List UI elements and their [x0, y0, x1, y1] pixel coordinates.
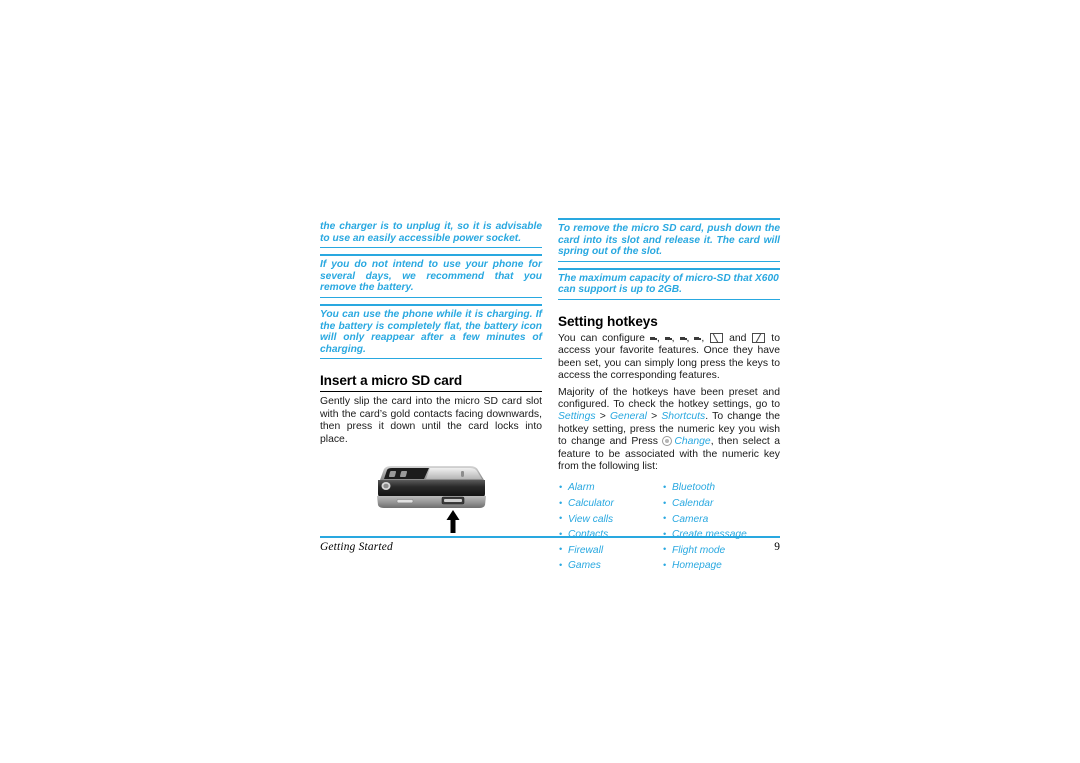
- hotkeys-p2-sep1: >: [595, 411, 610, 423]
- note-remove-sd: To remove the micro SD card, push down t…: [558, 218, 780, 262]
- feature-list-column-1: Alarm Calculator View calls Contacts Fir…: [558, 480, 662, 574]
- up-arrow-icon: [446, 509, 460, 533]
- list-item[interactable]: Camera: [662, 511, 766, 528]
- link-shortcuts[interactable]: Shortcuts: [661, 411, 705, 422]
- list-item[interactable]: Calendar: [662, 496, 766, 512]
- note-max-capacity: The maximum capacity of micro-SD that X6…: [558, 267, 780, 300]
- heading-insert-micro-sd-card: Insert a micro SD card: [320, 373, 542, 393]
- nav-key-down-icon: [694, 335, 702, 342]
- list-item[interactable]: Alarm: [558, 480, 662, 496]
- link-general[interactable]: General: [610, 411, 647, 422]
- heading-setting-hotkeys: Setting hotkeys: [558, 313, 658, 329]
- nav-key-left-icon: [664, 335, 672, 342]
- note-max-capacity-text: The maximum capacity of micro-SD that X6…: [558, 272, 779, 296]
- phone-side-view-sd-slot-icon: [377, 465, 486, 533]
- link-change[interactable]: Change: [674, 436, 710, 447]
- list-item[interactable]: Calculator: [558, 496, 662, 512]
- hotkeys-p2-part1: Majority of the hotkeys have been preset…: [558, 386, 780, 410]
- hotkeys-paragraph-1: You can configure , , , , and to access …: [558, 332, 780, 382]
- nav-key-right-icon: [649, 335, 657, 342]
- center-select-key-icon: [662, 436, 673, 447]
- note-remove-battery-text: If you do not intend to use your phone f…: [320, 259, 542, 294]
- left-column: the charger is to unplug it, so it is ad…: [320, 218, 542, 574]
- feature-list-column-2: Bluetooth Calendar Camera Create message…: [662, 480, 766, 574]
- right-column: To remove the micro SD card, push down t…: [558, 218, 780, 574]
- right-softkey-icon: [752, 333, 766, 344]
- list-item[interactable]: Homepage: [662, 558, 766, 574]
- note-charging: You can use the phone while it is chargi…: [320, 303, 542, 360]
- hotkeys-paragraph-2: Majority of the hotkeys have been preset…: [558, 387, 780, 474]
- note-remove-sd-text: To remove the micro SD card, push down t…: [558, 223, 780, 258]
- list-item[interactable]: Games: [558, 558, 662, 574]
- insert-sd-body-text: Gently slip the card into the micro SD c…: [320, 396, 542, 445]
- footer-section-title: Getting Started: [320, 541, 393, 553]
- page-footer: Getting Started 9: [320, 536, 780, 553]
- hotkeys-p2-sep2: >: [646, 411, 662, 423]
- two-column-layout: the charger is to unplug it, so it is ad…: [320, 218, 780, 574]
- hotkeys-p1-part1: You can configure: [558, 332, 650, 344]
- manual-page: the charger is to unplug it, so it is ad…: [320, 218, 780, 573]
- nav-key-up-icon: [679, 335, 687, 342]
- note-remove-battery: If you do not intend to use your phone f…: [320, 254, 542, 298]
- hotkeys-p1-part2: and: [724, 332, 752, 344]
- phone-side-view-figure: [320, 460, 542, 538]
- list-item[interactable]: Bluetooth: [662, 480, 766, 496]
- footer-page-number: 9: [774, 541, 780, 553]
- list-item[interactable]: View calls: [558, 511, 662, 528]
- left-softkey-icon: [710, 333, 724, 344]
- link-settings[interactable]: Settings: [558, 411, 596, 422]
- note-charging-text: You can use the phone while it is chargi…: [320, 308, 542, 355]
- feature-list: Alarm Calculator View calls Contacts Fir…: [558, 480, 780, 574]
- note-charger: the charger is to unplug it, so it is ad…: [320, 218, 542, 249]
- note-charger-text: the charger is to unplug it, so it is ad…: [320, 221, 542, 244]
